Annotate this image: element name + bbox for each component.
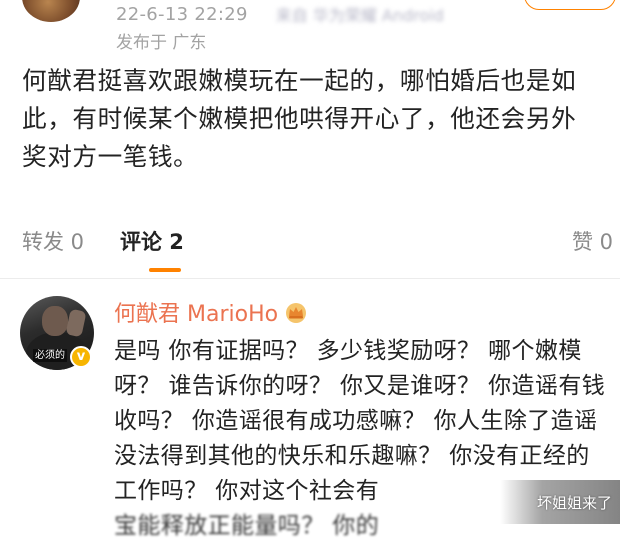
- comment-line: 收吗？ 你造谣很有成功感嘛？ 你人生除了造谣: [114, 408, 598, 434]
- divider: [0, 278, 620, 279]
- avatar-figure-arm: [65, 308, 87, 338]
- comment-tab[interactable]: 评论 2: [120, 226, 184, 256]
- post-body: 何猷君挺喜欢跟嫩模玩在一起的，哪怕婚后也是如 此，有时候某个嫩模把他哄得开心了，…: [22, 62, 614, 176]
- post-location: 发布于 广东: [116, 33, 207, 53]
- repost-tab[interactable]: 转发 0: [22, 226, 84, 256]
- verified-badge-icon: v: [70, 346, 92, 368]
- comment-line: 呀？ 谁告诉你的呀？ 你又是谁呀？ 你造谣有钱: [114, 373, 606, 399]
- commenter-name-row: 何猷君 MarioHo: [114, 296, 308, 328]
- watermark-text: 坏姐姐来了: [536, 494, 612, 512]
- like-tab[interactable]: 赞 0: [572, 226, 613, 256]
- post-body-line: 何猷君挺喜欢跟嫩模玩在一起的，哪怕婚后也是如: [22, 66, 577, 95]
- post-body-line: 奖对方一笔钱。: [22, 142, 199, 171]
- post-time: 22-6-13 22:29: [116, 3, 248, 25]
- commenter-name[interactable]: 何猷君 MarioHo: [114, 296, 278, 328]
- watermark: 坏姐姐来了: [500, 480, 620, 524]
- post-meta: 22-6-13 22:29 来自 华为荣耀 Android: [116, 2, 444, 26]
- post-body-line: 此，有时候某个嫩模把他哄得开心了，他还会另外: [22, 104, 577, 133]
- post-header: 22-6-13 22:29 来自 华为荣耀 Android 发布于 广东: [0, 0, 620, 60]
- follow-button[interactable]: [524, 0, 616, 10]
- post-device: 来自 华为荣耀 Android: [275, 6, 444, 25]
- comment-line: 没法得到其他的快乐和乐趣嘛？ 你没有正经的: [114, 443, 590, 469]
- comment-line: 是吗 你有证据吗？ 多少钱奖励呀？ 哪个嫩模: [114, 338, 582, 364]
- active-tab-indicator: [149, 268, 181, 272]
- avatar-caption: 必须的: [33, 349, 67, 362]
- avatar-figure-face: [42, 306, 68, 336]
- post-actions: 转发 0 评论 2 赞 0: [0, 226, 620, 272]
- crown-icon: [286, 303, 307, 323]
- poster-avatar[interactable]: [22, 0, 80, 22]
